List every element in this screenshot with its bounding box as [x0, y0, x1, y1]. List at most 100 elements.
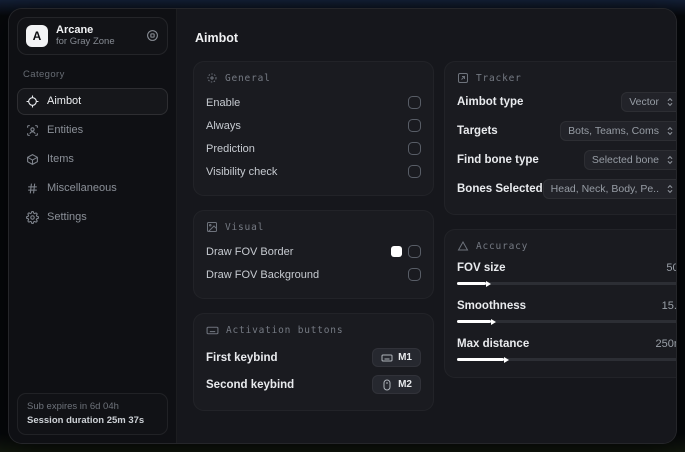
subscription-card: Sub expires in 6d 04h Session duration 2…: [17, 392, 168, 435]
slider-group: FOV size 50°: [457, 259, 676, 287]
card-title: Accuracy: [476, 240, 529, 252]
aimbot-type-dropdown[interactable]: Vector: [621, 92, 676, 112]
activation-buttons-card: Activation buttons First keybind M1 Seco…: [193, 313, 434, 411]
sidebar-item-label: Settings: [47, 211, 87, 224]
slider-thumb[interactable]: [457, 282, 487, 285]
hash-icon: [26, 182, 39, 195]
option-label: Prediction: [206, 142, 255, 155]
accuracy-card: Accuracy FOV size 50°: [444, 229, 676, 378]
option-label: First keybind: [206, 351, 278, 364]
brand-title: Arcane: [56, 24, 94, 36]
visibility-check-checkbox[interactable]: [408, 165, 421, 178]
brand-logo: A: [26, 24, 48, 47]
sidebar: A Arcane for Gray Zone Category Aimbot E…: [9, 9, 177, 443]
keyboard-icon: [206, 324, 219, 337]
chevron-updown-icon: [665, 184, 675, 194]
option-label: Enable: [206, 96, 241, 109]
slider-value: 50°: [666, 262, 676, 274]
option-row: Draw FOV Border: [206, 240, 421, 263]
keyboard-icon: [381, 352, 393, 364]
slider-label: FOV size: [457, 262, 506, 274]
box-icon: [26, 153, 39, 166]
option-row: Prediction: [206, 137, 421, 160]
sidebar-item-miscellaneous[interactable]: Miscellaneous: [17, 175, 168, 202]
tracker-label: Bones Selected: [457, 183, 543, 195]
general-card: General Enable Always Prediction Visibil…: [193, 61, 434, 196]
tracker-label: Find bone type: [457, 154, 539, 166]
dropdown-value: Bots, Teams, Coms: [568, 125, 660, 137]
slider-label: Smoothness: [457, 300, 527, 312]
brand-card: A Arcane for Gray Zone: [17, 17, 168, 55]
option-label: Visibility check: [206, 165, 278, 178]
image-icon: [206, 221, 218, 233]
brand-subtitle: for Gray Zone: [56, 35, 115, 47]
card-title: General: [225, 72, 271, 84]
option-label: Second keybind: [206, 378, 295, 391]
option-row: First keybind M1: [206, 344, 421, 371]
option-label: Always: [206, 119, 241, 132]
crosshair-icon: [206, 72, 218, 84]
dropdown-value: Selected bone: [591, 154, 660, 166]
tracker-row: Targets Bots, Teams, Coms: [457, 120, 676, 142]
tracker-row: Bones Selected Head, Neck, Body, Pe..: [457, 178, 676, 200]
option-row: Draw FOV Background: [206, 263, 421, 286]
card-title: Tracker: [476, 72, 522, 84]
tracker-card: Tracker Aimbot type Vector Targets Bots,…: [444, 61, 676, 215]
always-checkbox[interactable]: [408, 119, 421, 132]
tracker-label: Targets: [457, 125, 498, 137]
keybind-value: M2: [398, 379, 412, 390]
sidebar-item-aimbot[interactable]: Aimbot: [17, 87, 168, 115]
session-duration-text: Session duration 25m 37s: [27, 414, 145, 426]
slider-thumb[interactable]: [457, 358, 505, 361]
dropdown-value: Head, Neck, Body, Pe..: [550, 183, 660, 195]
power-icon[interactable]: [146, 29, 159, 42]
option-row: Second keybind M2: [206, 371, 421, 398]
option-label: Draw FOV Border: [206, 245, 294, 258]
slider-thumb[interactable]: [457, 320, 491, 323]
slider-label: Max distance: [457, 338, 530, 350]
entities-icon: [26, 124, 39, 137]
bones-selected-dropdown[interactable]: Head, Neck, Body, Pe..: [542, 179, 676, 199]
slider-value: 15.0: [661, 300, 676, 312]
fov-size-slider[interactable]: [457, 277, 676, 287]
max-distance-slider[interactable]: [457, 353, 676, 363]
targets-dropdown[interactable]: Bots, Teams, Coms: [560, 121, 676, 141]
slider-group: Max distance 250m: [457, 335, 676, 363]
prediction-checkbox[interactable]: [408, 142, 421, 155]
dropdown-value: Vector: [629, 96, 660, 108]
option-row: Always: [206, 114, 421, 137]
sidebar-item-entities[interactable]: Entities: [17, 117, 168, 144]
card-title: Visual: [225, 221, 265, 233]
tracker-row: Aimbot type Vector: [457, 91, 676, 113]
sidebar-item-label: Aimbot: [47, 95, 82, 108]
main-panel: Aimbot General Enable Always Prediction …: [177, 9, 676, 443]
sidebar-item-label: Entities: [47, 124, 84, 137]
sidebar-item-settings[interactable]: Settings: [17, 204, 168, 231]
second-keybind-button[interactable]: M2: [372, 375, 421, 394]
first-keybind-button[interactable]: M1: [372, 348, 421, 367]
slider-value: 250m: [655, 338, 676, 350]
brand-text: Arcane for Gray Zone: [56, 24, 138, 48]
smoothness-slider[interactable]: [457, 315, 676, 325]
find-bone-type-dropdown[interactable]: Selected bone: [583, 150, 676, 170]
fov-border-color-swatch[interactable]: [391, 246, 402, 257]
page-title: Aimbot: [195, 31, 239, 45]
sidebar-item-label: Items: [47, 153, 74, 166]
app-window: A Arcane for Gray Zone Category Aimbot E…: [8, 8, 677, 444]
enable-checkbox[interactable]: [408, 96, 421, 109]
target-box-icon: [457, 72, 469, 84]
card-title: Activation buttons: [226, 325, 344, 336]
tracker-row: Find bone type Selected bone: [457, 149, 676, 171]
option-row: Enable: [206, 91, 421, 114]
visual-card: Visual Draw FOV Border Draw FOV Backgrou…: [193, 210, 434, 299]
chevron-updown-icon: [665, 155, 675, 165]
category-label: Category: [23, 68, 65, 80]
tracker-label: Aimbot type: [457, 96, 524, 108]
slider-group: Smoothness 15.0: [457, 297, 676, 325]
mouse-icon: [381, 379, 393, 391]
draw-fov-border-checkbox[interactable]: [408, 245, 421, 258]
keybind-value: M1: [398, 352, 412, 363]
crosshair-icon: [26, 95, 39, 108]
draw-fov-background-checkbox[interactable]: [408, 268, 421, 281]
sidebar-item-items[interactable]: Items: [17, 146, 168, 173]
